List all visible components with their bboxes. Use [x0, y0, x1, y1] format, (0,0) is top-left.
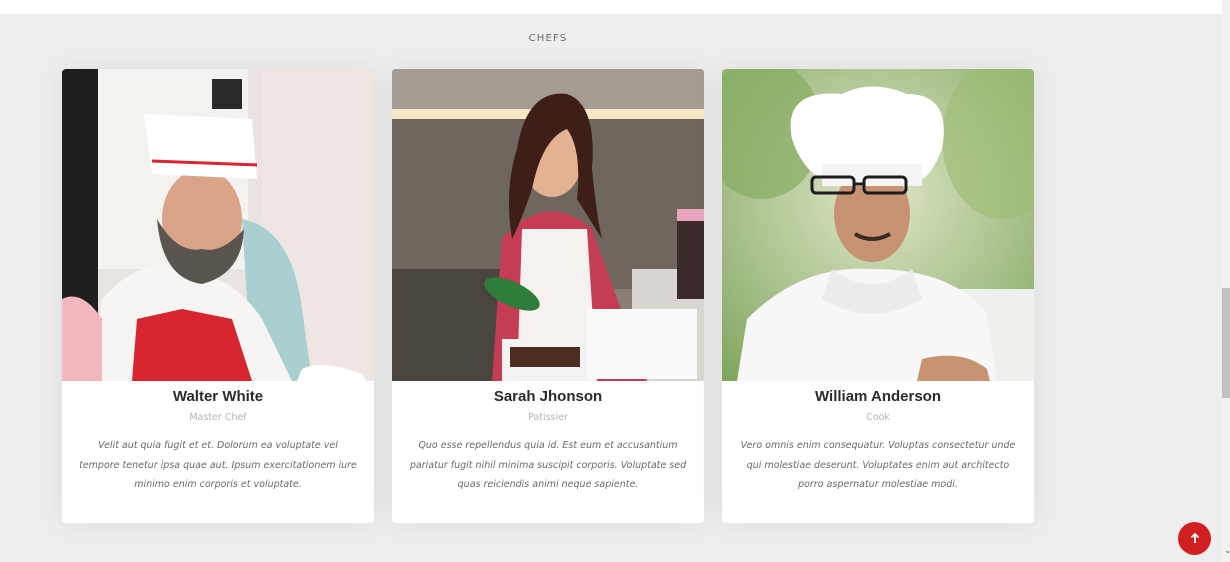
chevron-down-icon: ⌄	[1224, 546, 1230, 556]
chef-role: Cook	[866, 412, 890, 423]
page-scrollbar[interactable]	[1222, 0, 1230, 562]
chef-role: Patissier	[528, 412, 568, 423]
chef-photo-william	[722, 69, 1034, 381]
chef-name: William Anderson	[815, 388, 941, 405]
chef-bio: Vero omnis enim consequatur. Voluptas co…	[740, 440, 1016, 490]
chef-name: Walter White	[172, 388, 264, 405]
top-header-strip	[0, 0, 1222, 14]
chef-card-william: William Anderson Cook Vero omnis enim co…	[722, 69, 1034, 523]
section-title: CHEFS	[528, 33, 568, 44]
chef-card-walter: Walter White Master Chef Velit aut quia …	[62, 69, 374, 523]
arrow-up-icon	[1189, 529, 1201, 548]
chef-card-sarah: Sarah Jhonson Patissier Quo esse repelle…	[392, 69, 704, 523]
back-to-top-button[interactable]	[1178, 522, 1211, 555]
chef-bio: Quo esse repellendus quia id. Est eum et…	[409, 440, 687, 490]
chef-photo-sarah	[392, 69, 704, 381]
scrollbar-thumb[interactable]	[1222, 288, 1230, 398]
chef-name: Sarah Jhonson	[493, 388, 603, 405]
chef-role: Master Chef	[189, 412, 247, 423]
chef-bio: Velit aut quia fugit et et. Dolorum ea v…	[79, 440, 357, 490]
chef-photo-walter	[62, 69, 374, 381]
